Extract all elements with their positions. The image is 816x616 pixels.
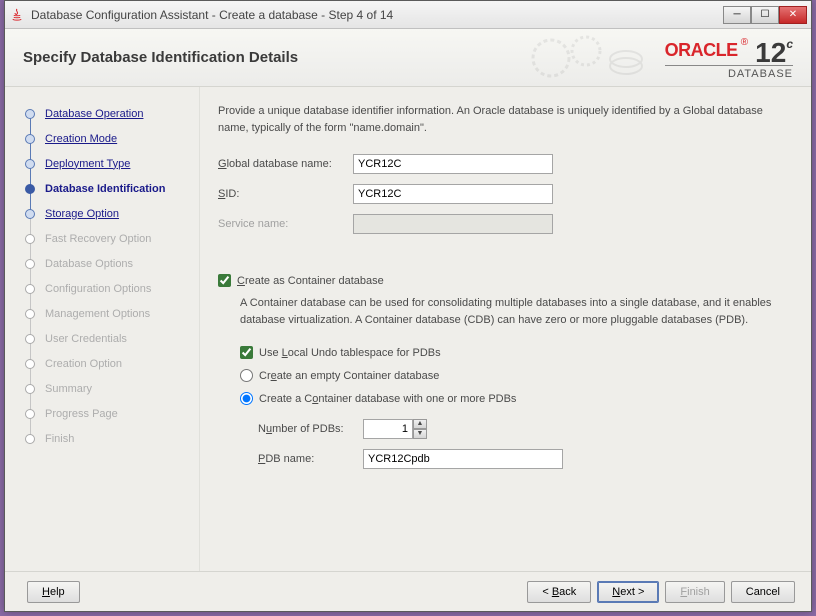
step-database-operation[interactable]: Database Operation <box>5 101 199 126</box>
cancel-button[interactable]: Cancel <box>731 581 795 603</box>
step-configuration-options: Configuration Options <box>5 276 199 301</box>
wizard-footer: Help < Back Next > Finish Cancel <box>5 571 811 611</box>
local-undo-label[interactable]: Use Local Undo tablespace for PDBs <box>259 347 441 359</box>
with-pdb-radio[interactable] <box>240 392 253 405</box>
maximize-button[interactable]: ☐ <box>751 6 779 24</box>
global-db-name-input[interactable] <box>353 154 553 174</box>
page-header: Specify Database Identification Details … <box>5 29 811 87</box>
oracle-logo: ORACLE ® 12c DATABASE <box>665 37 793 80</box>
step-storage-option[interactable]: Storage Option <box>5 201 199 226</box>
num-pdb-down-button[interactable]: ▼ <box>413 429 427 439</box>
num-pdb-input[interactable] <box>363 419 413 439</box>
step-fast-recovery: Fast Recovery Option <box>5 226 199 251</box>
intro-text: Provide a unique database identifier inf… <box>218 103 787 136</box>
step-user-credentials: User Credentials <box>5 326 199 351</box>
minimize-button[interactable]: ─ <box>723 6 751 24</box>
page-title: Specify Database Identification Details <box>23 49 298 66</box>
empty-container-label[interactable]: Create an empty Container database <box>259 370 439 382</box>
pdb-name-label: PDB name: <box>258 453 363 465</box>
finish-button: Finish <box>665 581 724 603</box>
step-deployment-type[interactable]: Deployment Type <box>5 151 199 176</box>
step-creation-option: Creation Option <box>5 351 199 376</box>
num-pdb-up-button[interactable]: ▲ <box>413 419 427 429</box>
titlebar[interactable]: Database Configuration Assistant - Creat… <box>5 1 811 29</box>
step-finish: Finish <box>5 426 199 451</box>
close-button[interactable]: ✕ <box>779 6 807 24</box>
step-creation-mode[interactable]: Creation Mode <box>5 126 199 151</box>
help-button[interactable]: Help <box>27 581 80 603</box>
step-management-options: Management Options <box>5 301 199 326</box>
step-database-options: Database Options <box>5 251 199 276</box>
local-undo-checkbox[interactable] <box>240 346 253 359</box>
step-database-identification: Database Identification <box>5 176 199 201</box>
pdb-name-input[interactable] <box>363 449 563 469</box>
num-pdb-label: Number of PDBs: <box>258 423 363 435</box>
step-summary: Summary <box>5 376 199 401</box>
step-progress-page: Progress Page <box>5 401 199 426</box>
main-panel: Provide a unique database identifier inf… <box>200 87 811 571</box>
empty-container-radio[interactable] <box>240 369 253 382</box>
service-name-label: Service name: <box>218 218 353 230</box>
next-button[interactable]: Next > <box>597 581 659 603</box>
gear-decoration-icon <box>531 31 651 86</box>
with-pdb-label[interactable]: Create a Container database with one or … <box>259 393 516 405</box>
java-icon <box>9 7 25 23</box>
container-description: A Container database can be used for con… <box>240 295 787 328</box>
wizard-sidebar: Database Operation Creation Mode Deploym… <box>5 87 200 571</box>
back-button[interactable]: < Back <box>527 581 591 603</box>
window-title: Database Configuration Assistant - Creat… <box>31 8 723 22</box>
service-name-input <box>353 214 553 234</box>
create-container-checkbox[interactable] <box>218 274 231 287</box>
sid-label: SID: <box>218 188 353 200</box>
create-container-label[interactable]: Create as Container database <box>237 275 384 287</box>
main-window: Database Configuration Assistant - Creat… <box>4 0 812 612</box>
sid-input[interactable] <box>353 184 553 204</box>
oracle-brand-text: ORACLE <box>665 40 738 60</box>
global-db-name-label: Global database name: <box>218 158 353 170</box>
